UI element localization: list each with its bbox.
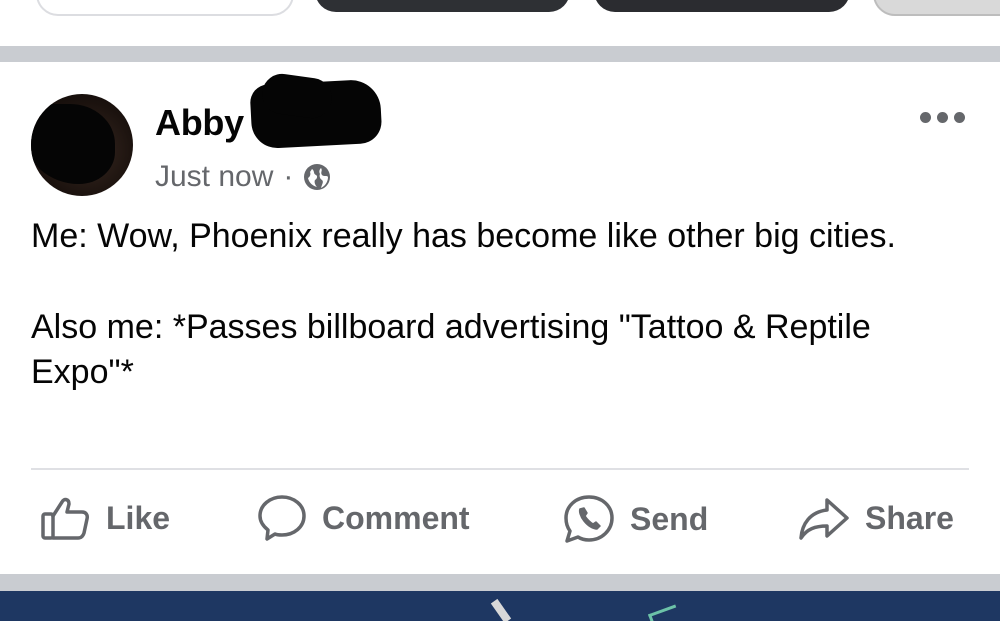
- story-card[interactable]: [594, 0, 850, 12]
- author-name[interactable]: Abby: [155, 102, 244, 143]
- send-button[interactable]: Send: [562, 494, 708, 544]
- pencil-graphic: [490, 598, 512, 621]
- leaf-graphic: [647, 604, 682, 621]
- post-actions-bar: Like Comment Send Share: [0, 494, 1000, 546]
- post-body: Me: Wow, Phoenix really has become like …: [31, 214, 951, 395]
- feed-post: Abby Just now · Me: Wow, Phoenix really …: [0, 62, 1000, 574]
- share-label: Share: [865, 499, 954, 536]
- send-label: Send: [630, 500, 709, 537]
- meta-separator: ·: [283, 160, 294, 193]
- post-timestamp[interactable]: Just now: [155, 160, 273, 194]
- feed-separator: [0, 46, 1000, 62]
- story-card[interactable]: [873, 0, 1000, 16]
- comment-button[interactable]: Comment: [256, 494, 470, 542]
- story-card-create[interactable]: [36, 0, 294, 16]
- globe-icon[interactable]: [303, 163, 331, 191]
- post-meta: Just now ·: [155, 160, 331, 194]
- post-paragraph: Me: Wow, Phoenix really has become like …: [31, 217, 896, 255]
- like-icon: [40, 494, 92, 542]
- comment-label: Comment: [322, 499, 470, 536]
- like-label: Like: [106, 499, 171, 536]
- like-button[interactable]: Like: [40, 494, 170, 542]
- author-avatar[interactable]: [31, 94, 133, 196]
- whatsapp-icon: [562, 494, 616, 544]
- actions-divider: [31, 468, 969, 470]
- story-card[interactable]: [315, 0, 570, 12]
- feed-separator: [0, 574, 1000, 591]
- stories-strip: [0, 0, 1000, 46]
- post-paragraph: Also me: *Passes billboard advertising "…: [31, 308, 871, 391]
- share-icon: [797, 494, 851, 542]
- avatar-redaction: [31, 104, 115, 184]
- post-header: Abby: [155, 102, 244, 144]
- more-options-icon[interactable]: [920, 112, 965, 123]
- next-post-preview[interactable]: [0, 591, 1000, 621]
- comment-icon: [256, 494, 308, 542]
- share-button[interactable]: Share: [797, 494, 954, 542]
